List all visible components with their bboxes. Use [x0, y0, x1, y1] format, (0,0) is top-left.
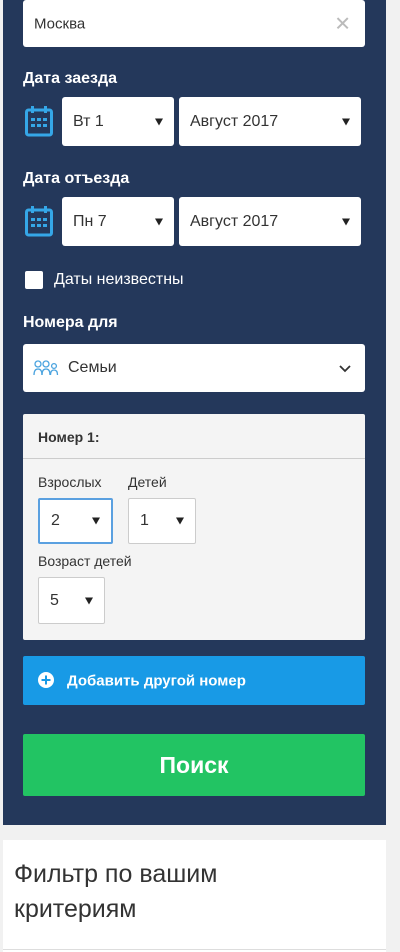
checkin-month-value: Август 2017 [190, 112, 279, 130]
checkout-month-value: Август 2017 [190, 212, 279, 230]
child-age-select[interactable]: 5 [38, 577, 105, 624]
adults-label: Взрослых [38, 474, 102, 490]
checkout-day-value: Пн 7 [73, 212, 107, 230]
rooms-for-select[interactable]: Семьи [23, 344, 365, 392]
chevron-down-icon [339, 365, 351, 373]
checkout-month-select[interactable]: Август 2017 [179, 197, 361, 246]
children-label: Детей [128, 474, 167, 490]
adults-value: 2 [51, 512, 60, 529]
rooms-for-value: Семьи [68, 359, 117, 376]
destination-input[interactable]: Москва ✕ [23, 0, 365, 47]
adults-select[interactable]: 2 [38, 498, 113, 544]
calendar-icon[interactable] [25, 205, 53, 237]
filter-title: Фильтр по вашим критериям [14, 860, 218, 923]
room-card-header: Номер 1: [23, 414, 365, 459]
filter-card: Фильтр по вашим критериям [3, 840, 386, 952]
search-label: Поиск [159, 751, 229, 778]
chevron-down-icon [176, 517, 184, 525]
chevron-down-icon [85, 597, 93, 604]
chevron-down-icon [342, 118, 350, 125]
checkin-day-select[interactable]: Вт 1 [62, 97, 174, 146]
divider [3, 949, 386, 950]
plus-circle-icon [38, 672, 54, 688]
add-room-button[interactable]: Добавить другой номер [23, 656, 365, 705]
checkin-day-value: Вт 1 [73, 112, 104, 130]
destination-value: Москва [34, 15, 86, 32]
family-icon [33, 360, 59, 376]
chevron-down-icon [92, 517, 100, 525]
room-title: Номер 1: [38, 429, 100, 445]
unknown-dates-checkbox[interactable] [25, 271, 43, 289]
checkin-label: Дата заезда [23, 70, 118, 87]
chevron-down-icon [155, 118, 163, 125]
search-button[interactable]: Поиск [23, 734, 365, 796]
child-age-value: 5 [50, 591, 59, 609]
children-select[interactable]: 1 [128, 498, 196, 544]
rooms-for-label: Номера для [23, 314, 118, 331]
checkout-day-select[interactable]: Пн 7 [62, 197, 174, 246]
add-room-label: Добавить другой номер [67, 672, 246, 689]
unknown-dates-label: Даты неизвестны [54, 271, 184, 288]
search-panel: Москва ✕ Дата заезда Вт 1 Август 2017 Да… [3, 0, 386, 825]
clear-icon[interactable]: ✕ [334, 11, 351, 36]
room-card: Номер 1: Взрослых Детей 2 1 Возраст дете… [23, 414, 365, 640]
chevron-down-icon [342, 218, 350, 225]
child-age-label: Возраст детей [38, 553, 132, 569]
checkout-label: Дата отъезда [23, 170, 130, 187]
children-value: 1 [140, 512, 149, 529]
chevron-down-icon [155, 218, 163, 225]
calendar-icon[interactable] [25, 105, 53, 137]
checkin-month-select[interactable]: Август 2017 [179, 97, 361, 146]
